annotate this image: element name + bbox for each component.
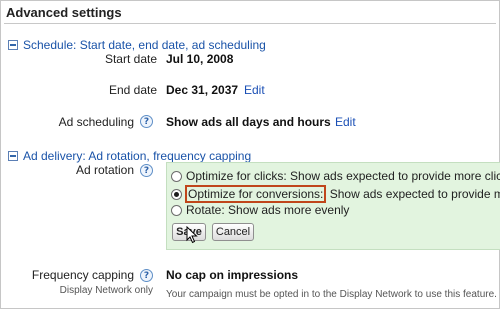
page-title: Advanced settings <box>6 5 122 20</box>
option-label-highlighted: Optimize for conversions: <box>185 185 327 203</box>
mouse-pointer-icon <box>186 226 198 244</box>
schedule-section-title[interactable]: Schedule: Start date, end date, ad sched… <box>23 38 266 52</box>
start-date-label: Start date <box>104 52 157 66</box>
radio-button-selected[interactable] <box>171 188 182 200</box>
radio-button[interactable] <box>171 204 182 216</box>
radio-option-conversions[interactable]: Optimize for conversions: Show ads expec… <box>171 185 500 203</box>
frequency-capping-note: Your campaign must be opted in to the Di… <box>166 289 497 300</box>
option-label: Optimize for clicks: <box>186 169 287 183</box>
option-desc: Show ads expected to provide more clicks <box>290 169 500 183</box>
option-label: Rotate: Show ads more evenly <box>186 203 350 217</box>
option-desc: Show ads expected to provide more <box>329 187 500 201</box>
collapse-minus-icon[interactable] <box>8 40 18 50</box>
ad-scheduling-edit-link[interactable]: Edit <box>335 115 356 129</box>
frequency-capping-label: Frequency capping <box>31 268 134 282</box>
start-date-value: Jul 10, 2008 <box>166 52 234 66</box>
delivery-section-title[interactable]: Ad delivery: Ad rotation, frequency capp… <box>23 149 251 163</box>
end-date-edit-link[interactable]: Edit <box>244 83 265 97</box>
end-date-label: End date <box>108 83 157 97</box>
radio-option-clicks[interactable]: Optimize for clicks: Show ads expected t… <box>171 169 500 183</box>
help-question-icon[interactable]: ? <box>140 115 153 128</box>
schedule-section-header[interactable]: Schedule: Start date, end date, ad sched… <box>8 38 266 52</box>
delivery-section-header[interactable]: Ad delivery: Ad rotation, frequency capp… <box>8 149 251 163</box>
end-date-value: Dec 31, 2037 <box>166 83 239 97</box>
radio-option-rotate[interactable]: Rotate: Show ads more evenly <box>171 203 349 217</box>
collapse-minus-icon[interactable] <box>8 151 18 161</box>
cancel-button[interactable]: Cancel <box>212 223 254 241</box>
ad-scheduling-value: Show ads all days and hours <box>166 115 331 129</box>
title-divider <box>4 23 496 24</box>
help-question-icon[interactable]: ? <box>140 269 153 282</box>
radio-button[interactable] <box>171 170 182 182</box>
help-question-icon[interactable]: ? <box>140 164 153 177</box>
display-network-only-label: Display Network only <box>59 285 153 296</box>
ad-scheduling-label: Ad scheduling <box>58 115 134 129</box>
frequency-capping-value: No cap on impressions <box>166 268 299 282</box>
ad-rotation-label: Ad rotation <box>75 163 134 177</box>
